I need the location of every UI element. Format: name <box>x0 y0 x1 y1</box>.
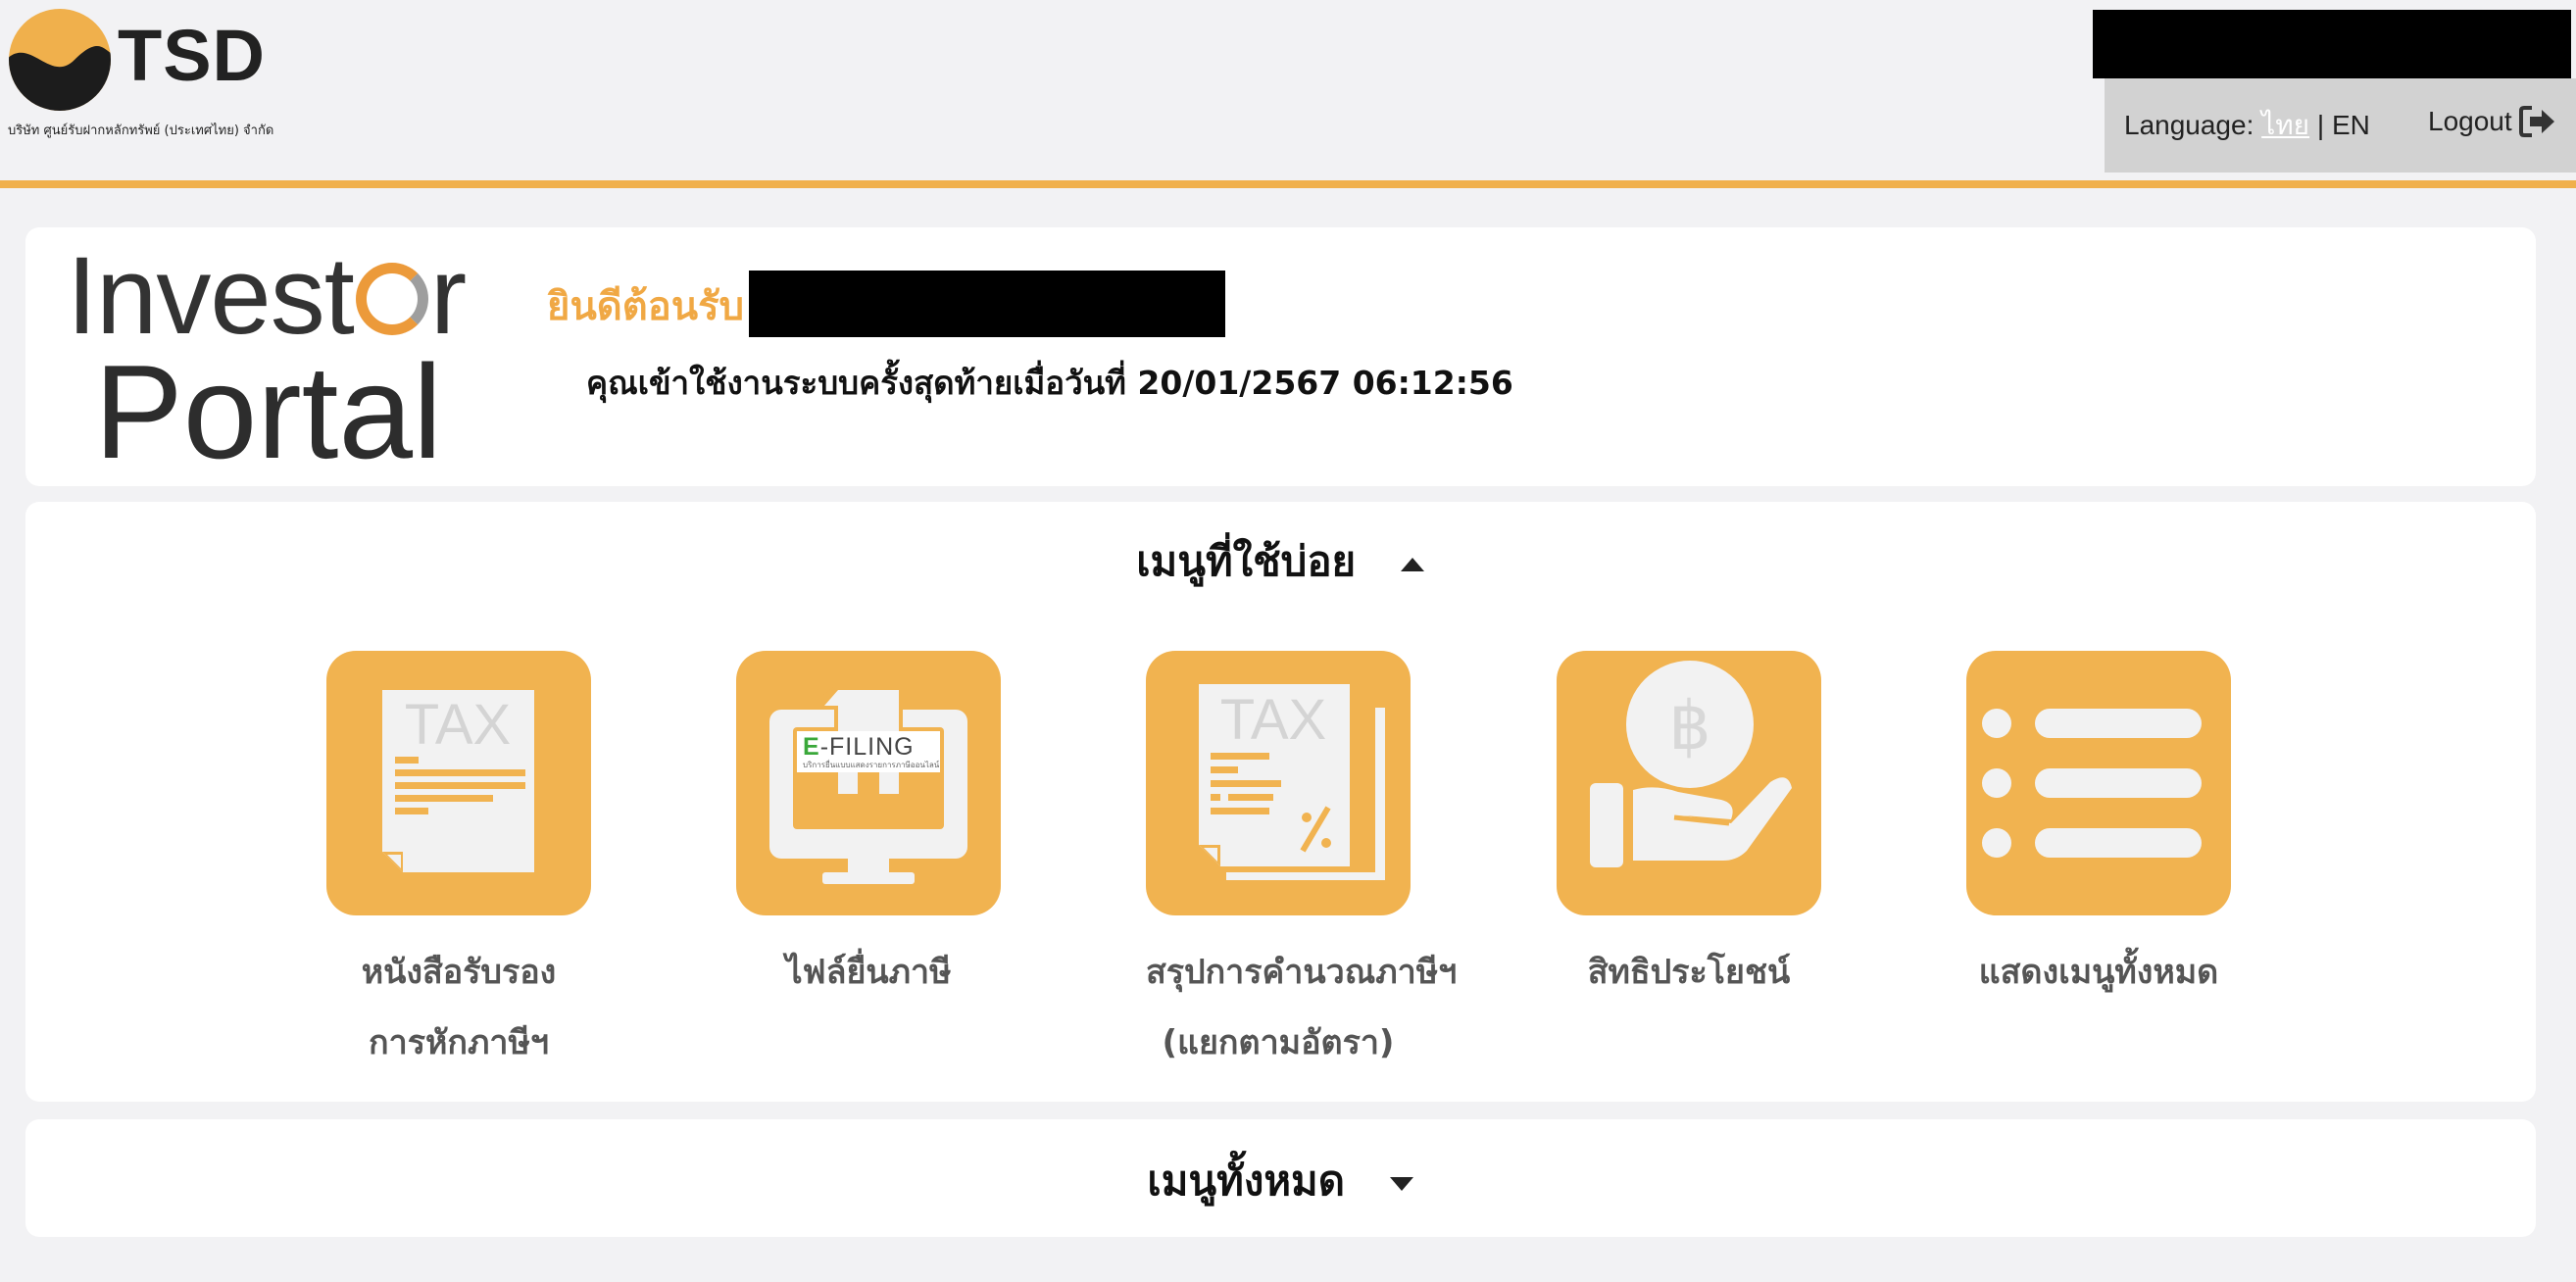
tile-tax-summary: TAX <box>1146 651 1411 915</box>
efiling-title: E-FILING <box>803 733 915 761</box>
all-menu-title: เมนูทั้งหมด <box>1147 1157 1345 1205</box>
menu-label-line: (แยกตามอัตรา) <box>1162 1023 1395 1062</box>
menu-label-line: สิทธิประโยชน์ <box>1587 953 1791 992</box>
efiling-monitor-icon <box>769 686 967 884</box>
tile-tax-certificate: TAX <box>326 651 591 915</box>
welcome-card: Invest r Portal ยินดีต้อนรับ คุณเข้าใช้งา… <box>25 227 2536 486</box>
tile-benefits: ฿ <box>1557 651 1821 915</box>
menu-label-benefits: สิทธิประโยชน์ <box>1557 937 1821 1008</box>
redacted-user-name <box>749 271 1225 337</box>
menu-label-line: การหักภาษีฯ <box>369 1023 549 1062</box>
menu-item-benefits[interactable]: ฿ สิทธิประโยชน์ <box>1557 651 1821 1008</box>
svg-text:฿: ฿ <box>1668 688 1710 765</box>
menu-label-tax-summary: สรุปการคำนวณภาษีฯ (แยกตามอัตรา) <box>1146 937 1458 1078</box>
tax-summary-icon: TAX <box>1199 684 1385 880</box>
logout-icon <box>2518 106 2554 137</box>
language-logout-bar: Language: ไทย | EN Logout <box>2105 78 2576 173</box>
lang-th-link[interactable]: ไทย <box>2261 110 2309 140</box>
menu-label-line: สรุปการคำนวณภาษีฯ <box>1146 953 1458 992</box>
language-label: Language: <box>2124 110 2254 140</box>
svg-text:TAX: TAX <box>1220 688 1327 752</box>
list-menu-icon <box>1982 709 2202 858</box>
menu-label-efiling: ไฟล์ยื่นภาษี <box>736 937 1001 1008</box>
menu-label-show-all: แสดงเมนูทั้งหมด <box>1966 937 2231 1008</box>
baht-hand-icon: ฿ <box>1590 661 1792 867</box>
svg-text:TAX: TAX <box>405 693 512 757</box>
all-menu-card: เมนูทั้งหมด <box>25 1119 2536 1237</box>
top-header: TSD บริษัท ศูนย์รับฝากหลักทรัพย์ (ประเทศ… <box>0 0 2576 180</box>
redacted-user-bar <box>2093 10 2571 78</box>
investor-portal-logo-investor: Invest r <box>67 234 467 357</box>
menu-item-efiling[interactable]: E-FILING บริการยื่นแบบแสดงรายการภาษีออนไ… <box>736 651 1001 1008</box>
portal-o-icon <box>355 263 428 335</box>
lang-en-link[interactable]: EN <box>2332 110 2370 140</box>
menu-label-tax-certificate: หนังสือรับรอง การหักภาษีฯ <box>326 937 591 1078</box>
logout-button[interactable]: Logout <box>2428 104 2557 139</box>
efiling-badge: E-FILING บริการยื่นแบบแสดงรายการภาษีออนไ… <box>797 731 940 772</box>
menu-label-line: หนังสือรับรอง <box>361 953 557 992</box>
all-menu-toggle[interactable]: เมนูทั้งหมด <box>25 1149 2536 1213</box>
tax-certificate-icon: TAX <box>382 690 534 872</box>
tsd-logo-icon[interactable] <box>6 6 114 114</box>
tsd-logo-text: TSD <box>118 15 266 96</box>
menu-label-line: แสดงเมนูทั้งหมด <box>1978 953 2219 992</box>
menu-item-show-all[interactable]: แสดงเมนูทั้งหมด <box>1966 651 2231 1008</box>
caret-down-icon <box>1389 1176 1413 1191</box>
frequent-menu-title: เมนูที่ใช้บ่อย <box>1136 537 1357 585</box>
frequent-menu-card: เมนูที่ใช้บ่อย TAX หนังสือรับรอง การหักภ… <box>25 502 2536 1102</box>
efiling-subtitle: บริการยื่นแบบแสดงรายการภาษีออนไลน์ <box>803 761 940 769</box>
caret-up-icon <box>1400 557 1424 571</box>
investor-portal-logo: Invest r Portal <box>67 234 467 486</box>
welcome-greeting: ยินดีต้อนรับ <box>547 284 744 329</box>
lang-separator: | <box>2316 110 2325 140</box>
header-divider <box>0 180 2576 188</box>
menu-item-tax-summary[interactable]: TAX สรุปการคำนวณภาษีฯ (แยกตามอัตรา) <box>1146 651 1458 1078</box>
menu-label-line: ไฟล์ยื่นภาษี <box>785 953 952 992</box>
tile-efiling: E-FILING บริการยื่นแบบแสดงรายการภาษีออนไ… <box>736 651 1001 915</box>
menu-item-tax-certificate[interactable]: TAX หนังสือรับรอง การหักภาษีฯ <box>326 651 591 1078</box>
company-name: บริษัท ศูนย์รับฝากหลักทรัพย์ (ประเทศไทย)… <box>8 123 274 138</box>
last-login-text: คุณเข้าใช้งานระบบครั้งสุดท้ายเมื่อวันที่… <box>586 364 1513 402</box>
tile-show-all <box>1966 651 2231 915</box>
investor-portal-logo-portal: Portal <box>94 337 443 486</box>
language-switcher: Language: ไทย | EN <box>2124 104 2370 147</box>
logout-label: Logout <box>2428 106 2512 136</box>
frequent-menu-toggle[interactable]: เมนูที่ใช้บ่อย <box>25 529 2536 594</box>
